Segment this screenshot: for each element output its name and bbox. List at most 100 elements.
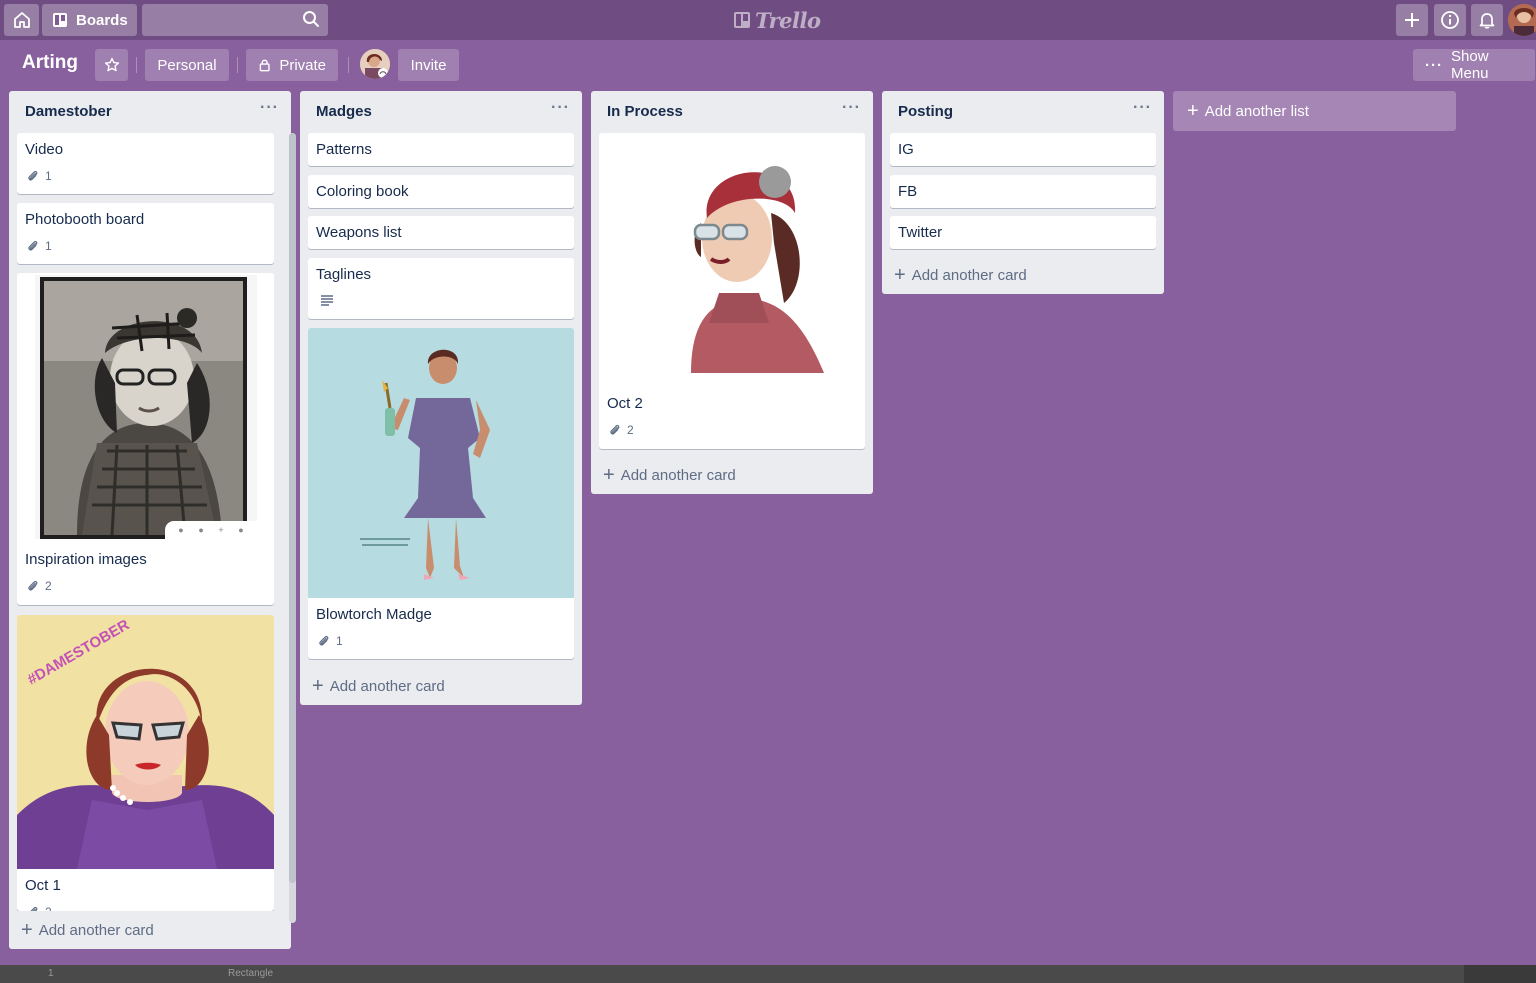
card-title: IG — [898, 141, 914, 158]
plus-icon — [1405, 13, 1419, 27]
add-icon[interactable]: + — [218, 525, 223, 535]
card-title: Taglines — [316, 266, 372, 283]
card-taglines[interactable]: Taglines — [308, 258, 574, 319]
list-title[interactable]: Madges — [316, 103, 372, 120]
list-menu-button[interactable]: ··· — [551, 99, 570, 117]
info-button[interactable] — [1434, 4, 1466, 36]
blowtorch-madge-illustration — [308, 328, 574, 598]
info-icon — [1441, 11, 1459, 29]
paperclip-icon — [319, 635, 329, 646]
scrollbar-thumb[interactable] — [289, 133, 296, 883]
card-title: Oct 1 — [25, 877, 61, 894]
card-coloring-book[interactable]: Coloring book — [308, 175, 574, 208]
show-menu-button[interactable]: ··· Show Menu — [1413, 48, 1535, 82]
bottom-strip: 1 Rectangle — [0, 965, 1536, 983]
card-patterns[interactable]: Patterns — [308, 133, 574, 166]
avatar-image — [1508, 4, 1536, 36]
visibility-button[interactable]: Private — [246, 49, 338, 81]
trello-logo[interactable]: Trello — [733, 7, 821, 33]
star-button[interactable] — [95, 49, 128, 81]
attachment-badge: 2 — [27, 579, 52, 593]
card-twitter[interactable]: Twitter — [890, 216, 1156, 249]
search-input[interactable] — [142, 4, 328, 36]
attachment-badge: 2 — [609, 423, 634, 437]
editor-status-bar: 1 Rectangle — [0, 965, 1464, 983]
attachment-count: 2 — [627, 423, 634, 437]
user-avatar[interactable] — [1508, 4, 1536, 36]
card-title: FB — [898, 183, 918, 200]
invite-button[interactable]: Invite — [398, 49, 459, 81]
add-card-button[interactable]: + Add another card — [894, 265, 1027, 285]
plus-icon: + — [603, 464, 615, 486]
tool-label: Rectangle — [228, 968, 274, 979]
list-menu-button[interactable]: ··· — [1133, 99, 1152, 117]
card-weapons-list[interactable]: Weapons list — [308, 216, 574, 249]
trello-logo-icon — [734, 12, 750, 28]
bell-small-icon[interactable]: ● — [238, 525, 243, 535]
page-number[interactable]: 1 — [48, 968, 54, 979]
search-icon[interactable] — [302, 10, 320, 28]
list-posting: Posting ··· IG FB Twitter + Add another … — [882, 91, 1164, 294]
image-toolbar: ● ● + ● — [165, 521, 257, 539]
boards-button[interactable]: Boards — [42, 4, 137, 36]
member-avatar[interactable] — [360, 49, 390, 79]
bell-icon — [1479, 13, 1495, 29]
card-video[interactable]: Video 1 — [17, 133, 274, 194]
card-fb[interactable]: FB — [890, 175, 1156, 208]
card-title: Oct 2 — [607, 395, 643, 412]
list-in-process: In Process ··· Oct 2 2 + Add another car… — [591, 91, 873, 494]
create-button[interactable] — [1396, 4, 1428, 36]
add-card-button[interactable]: + Add another card — [312, 676, 445, 696]
card-ig[interactable]: IG — [890, 133, 1156, 166]
pinterest-icon[interactable]: ● — [178, 525, 183, 535]
plus-icon: + — [21, 919, 33, 941]
card-oct-1[interactable]: #DAMESTOBER Oct 1 2 — [17, 615, 274, 911]
add-card-button[interactable]: + Add another card — [603, 465, 736, 485]
lock-icon — [259, 59, 270, 72]
card-photobooth-board[interactable]: Photobooth board 1 — [17, 203, 274, 264]
add-card-button[interactable]: + Add another card — [21, 920, 154, 940]
list-scrollbar[interactable] — [289, 133, 296, 923]
card-cover — [599, 133, 865, 388]
more-icon: ··· — [1425, 56, 1443, 74]
paperclip-icon — [28, 170, 38, 181]
card-title: Inspiration images — [25, 551, 147, 568]
list-title[interactable]: Posting — [898, 103, 953, 120]
card-oct-2[interactable]: Oct 2 2 — [599, 133, 865, 449]
vintage-photo-cover — [35, 275, 257, 539]
plus-icon: + — [1187, 99, 1199, 122]
add-list-button[interactable]: + Add another list — [1173, 91, 1456, 131]
list-menu-button[interactable]: ··· — [842, 99, 861, 117]
team-button[interactable]: Personal — [145, 49, 229, 81]
header-divider — [237, 57, 238, 73]
notifications-button[interactable] — [1471, 4, 1503, 36]
home-button[interactable] — [4, 4, 39, 36]
attachment-count: 1 — [45, 169, 52, 183]
list-title[interactable]: In Process — [607, 103, 683, 120]
attachment-badge: 1 — [27, 239, 52, 253]
board-icon — [53, 13, 67, 27]
paperclip-icon — [28, 580, 38, 591]
list-title[interactable]: Damestober — [25, 103, 112, 120]
list-menu-button[interactable]: ··· — [260, 99, 279, 117]
card-title: Patterns — [316, 141, 372, 158]
top-nav: Boards Trello — [0, 0, 1536, 40]
card-title: Twitter — [898, 224, 943, 241]
card-title: Photobooth board — [25, 211, 145, 228]
oct-2-illustration — [599, 133, 865, 388]
members-icon[interactable]: ● — [198, 525, 203, 535]
member-avatar-image — [360, 49, 390, 79]
paperclip-icon — [28, 240, 38, 251]
attachment-count: 1 — [336, 634, 343, 648]
card-inspiration-images[interactable]: ● ● + ● Inspiration images 2 — [17, 273, 274, 605]
card-title: Weapons list — [316, 224, 402, 241]
card-blowtorch-madge[interactable]: Blowtorch Madge 1 — [308, 328, 574, 659]
list-damestober: Damestober ··· Video 1 Photobooth board … — [9, 91, 296, 949]
card-cover — [308, 328, 574, 598]
card-cover: #DAMESTOBER — [17, 615, 274, 869]
header-divider — [136, 57, 137, 73]
add-card-label: Add another card — [620, 466, 736, 484]
show-menu-label: Show Menu — [1451, 48, 1489, 82]
board-title[interactable]: Arting — [22, 52, 78, 74]
add-card-label: Add another card — [329, 677, 445, 695]
